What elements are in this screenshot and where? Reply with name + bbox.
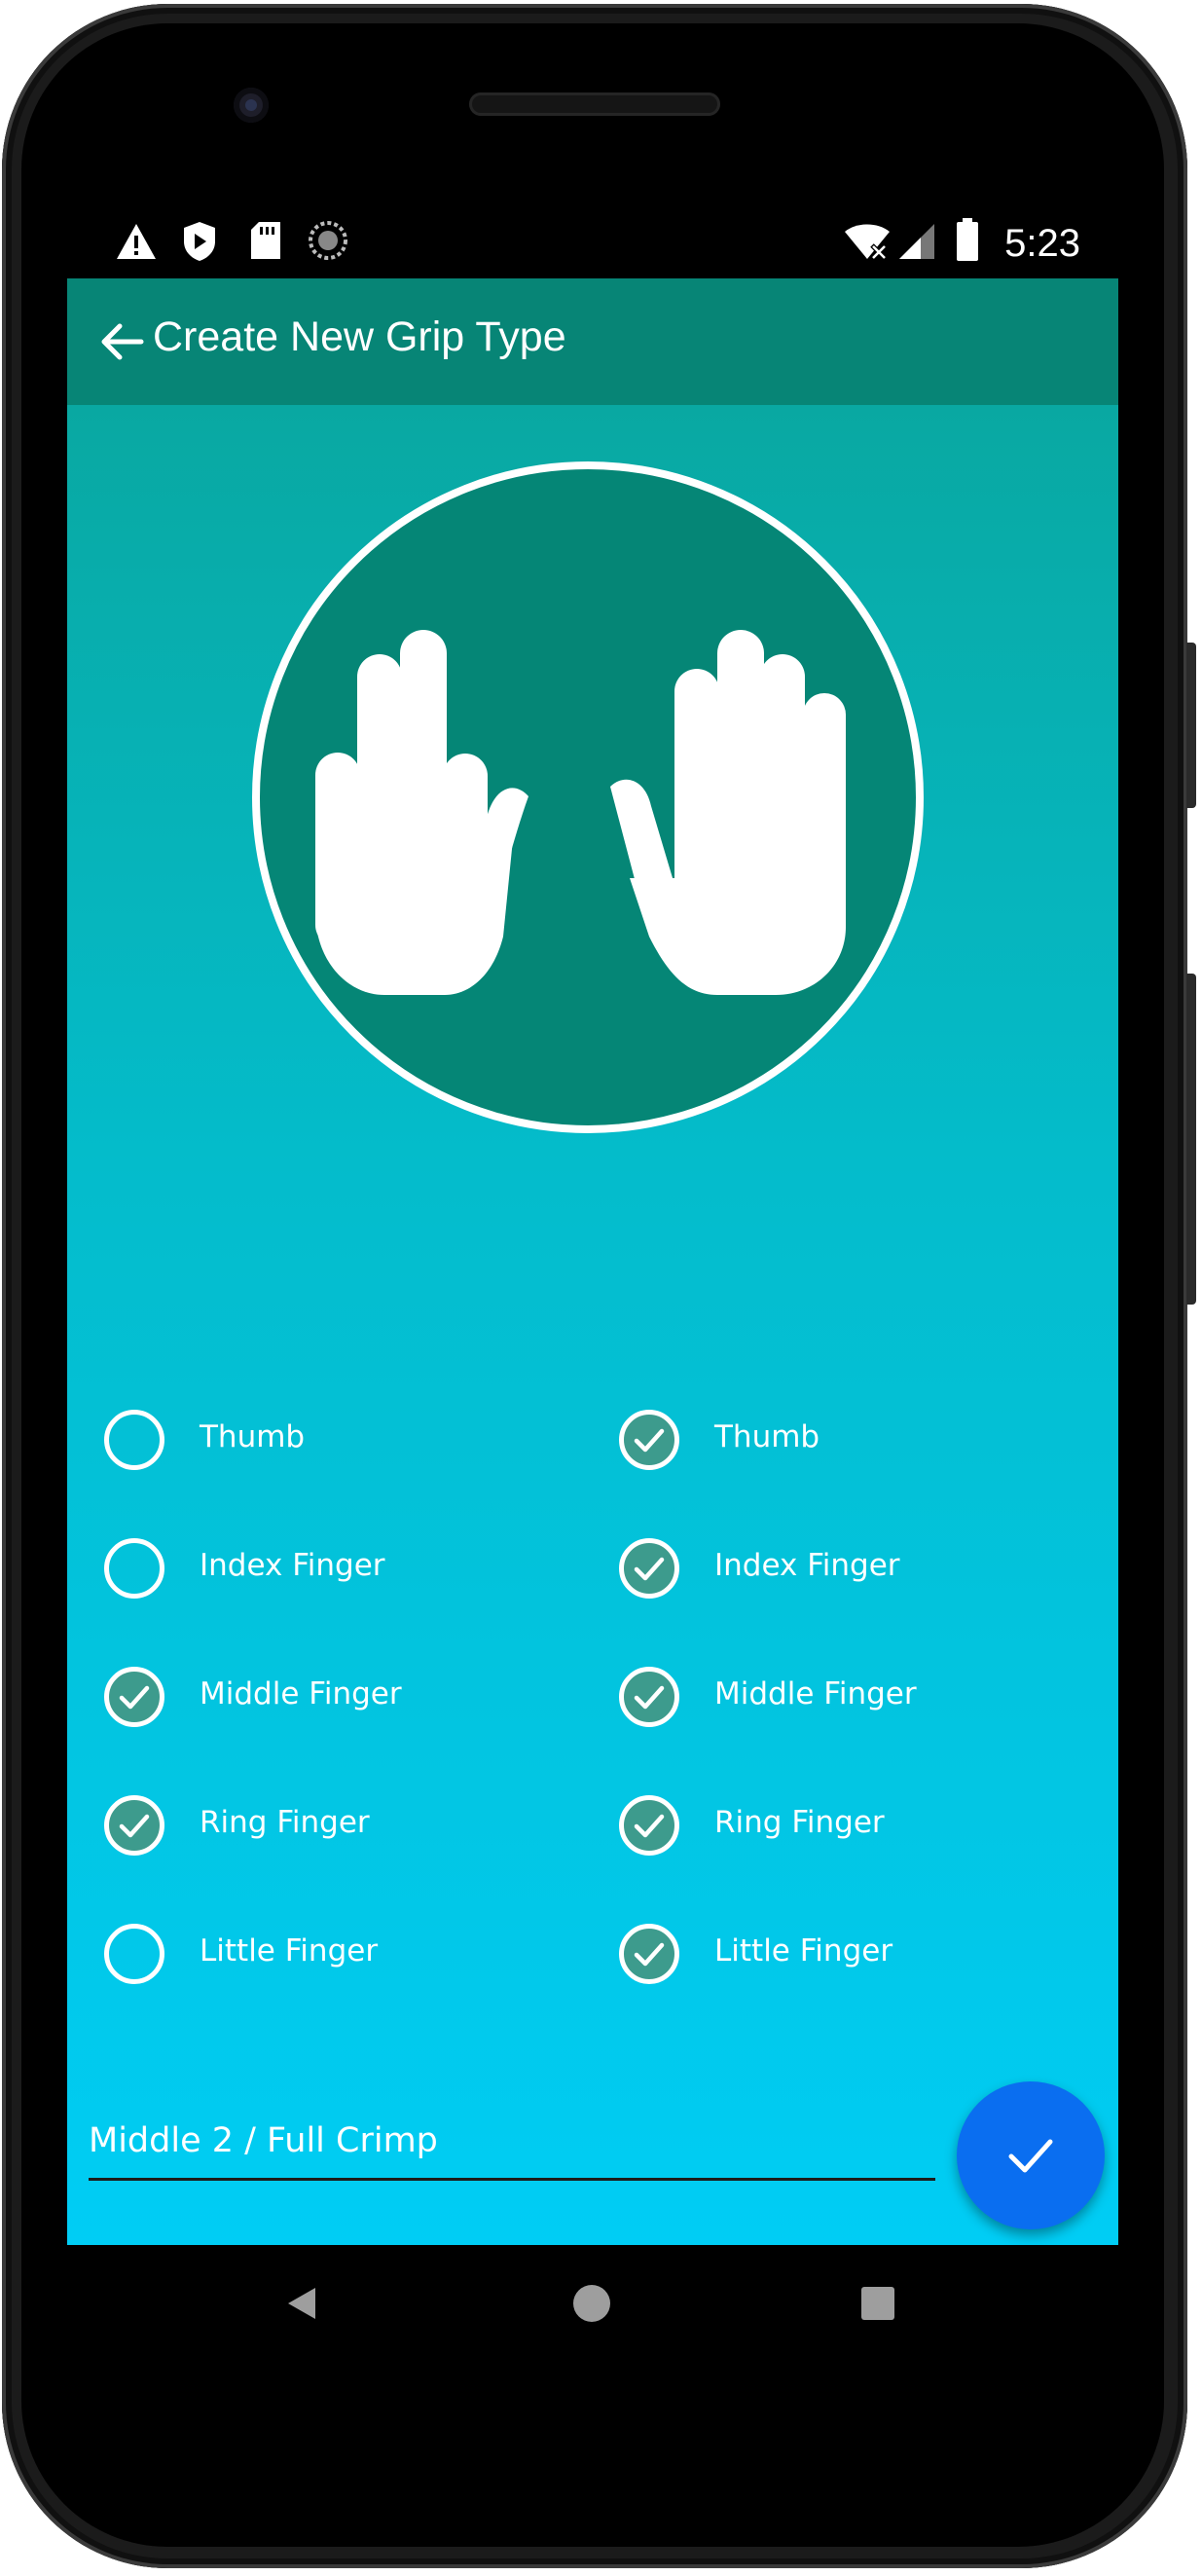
left-index-finger-label: Index Finger [200,1548,385,1583]
left-thumb-checkbox[interactable] [104,1410,164,1470]
check-icon [634,1942,665,1967]
sd-card-icon [249,220,282,265]
right-ring-finger-label: Ring Finger [714,1805,885,1840]
left-index-finger-checkbox[interactable] [104,1538,164,1599]
check-icon [119,1685,150,1710]
battery-icon [956,218,979,265]
left-middle-finger-checkbox[interactable] [104,1667,164,1727]
right-middle-finger-label: Middle Finger [714,1676,917,1711]
save-grip-button[interactable] [957,2081,1105,2229]
home-circle-icon [573,2285,610,2322]
left-middle-finger-label: Middle Finger [200,1676,402,1711]
status-time: 5:23 [1004,222,1080,265]
front-camera [234,88,269,123]
back-triangle-icon [288,2288,315,2319]
left-thumb-label: Thumb [200,1419,306,1454]
check-icon [1008,2139,1053,2173]
left-little-finger-checkbox[interactable] [104,1924,164,1984]
nav-recents-button[interactable] [849,2274,907,2333]
wifi-off-icon [843,222,892,265]
hands-illustration [252,461,924,1133]
earpiece-speaker [469,92,720,116]
check-icon [634,1428,665,1453]
right-index-finger-checkbox[interactable] [619,1538,679,1599]
nav-back-button[interactable] [273,2274,331,2333]
check-icon [634,1685,665,1710]
app-bar: Create New Grip Type [67,278,1118,405]
check-icon [634,1557,665,1581]
right-thumb-label: Thumb [714,1419,820,1454]
left-little-finger-label: Little Finger [200,1933,379,1969]
right-index-finger-label: Index Finger [714,1548,900,1583]
left-ring-finger-label: Ring Finger [200,1805,370,1840]
recents-square-icon [861,2287,894,2320]
right-little-finger-label: Little Finger [714,1933,893,1969]
left-hand-icon [315,630,528,995]
check-icon [634,1814,665,1838]
cellular-signal-icon [897,222,936,265]
arrow-back-icon[interactable] [98,318,145,365]
right-hand-icon [610,630,846,995]
nav-home-button[interactable] [563,2274,621,2333]
left-ring-finger-checkbox[interactable] [104,1795,164,1856]
warning-icon [115,222,158,265]
power-button [1186,974,1196,1305]
status-bar: 5:23 [68,212,1080,280]
right-thumb-checkbox[interactable] [619,1410,679,1470]
phone-frame: 5:23 Create New Grip Type Thumb Index Fi… [0,0,1202,2576]
app-screen: Create New Grip Type Thumb Index Finger … [67,278,1118,2245]
right-ring-finger-checkbox[interactable] [619,1795,679,1856]
right-little-finger-checkbox[interactable] [619,1924,679,1984]
grip-name-input[interactable] [89,2111,935,2181]
page-title: Create New Grip Type [153,313,566,360]
right-middle-finger-checkbox[interactable] [619,1667,679,1727]
volume-button [1186,643,1196,808]
shield-icon [181,220,218,267]
sync-icon [308,220,348,265]
check-icon [119,1814,150,1838]
